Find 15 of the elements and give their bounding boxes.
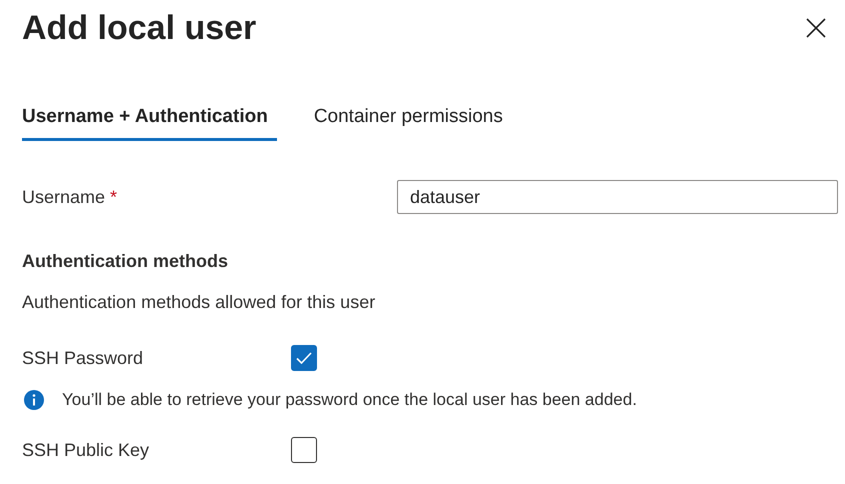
username-field[interactable]: datauser bbox=[397, 180, 838, 214]
tab[interactable]: Container permissions bbox=[314, 100, 512, 141]
section-description: Authentication methods allowed for this user bbox=[22, 291, 376, 314]
required-mark: * bbox=[110, 186, 118, 206]
checkbox[interactable] bbox=[291, 345, 317, 371]
info-icon bbox=[24, 390, 44, 410]
info-message: You’ll be able to retrieve your password once the local user has been added. bbox=[62, 390, 637, 410]
checkbox-label: SSH Password bbox=[22, 347, 144, 370]
checkbox[interactable] bbox=[291, 437, 317, 463]
section-heading: Authentication methods bbox=[22, 250, 229, 273]
checkmark-icon bbox=[296, 352, 312, 364]
tab[interactable]: Username + Authentication bbox=[22, 100, 277, 141]
dialog-title: Add local user bbox=[22, 8, 256, 48]
field-label: Username bbox=[22, 186, 106, 206]
checkbox-label: SSH Public Key bbox=[22, 439, 150, 462]
